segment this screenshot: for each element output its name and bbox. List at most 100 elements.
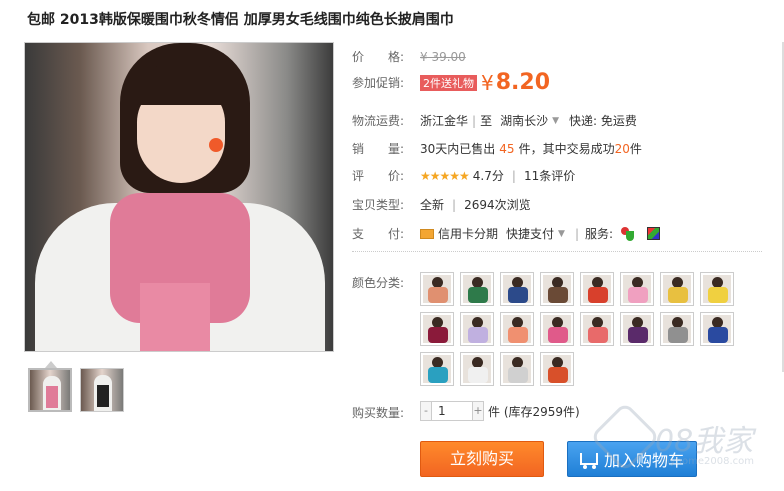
quantity-input[interactable] (432, 401, 472, 421)
shipping-destination-select[interactable]: 湖南长沙 (500, 112, 548, 129)
promotion-row: 参加促销: 2件送礼物 ¥ 8.20 (352, 70, 550, 95)
swatch-thumbnail (663, 315, 691, 343)
swatch-thumbnail (503, 355, 531, 383)
sales-prefix: 30天内已售出 (420, 142, 496, 156)
swatch-scarf-color (708, 327, 728, 343)
item-condition: 全新 (420, 198, 445, 212)
shipping-to-prefix: 至 (480, 114, 493, 128)
color-swatch[interactable] (420, 312, 454, 346)
swatch-scarf-color (428, 287, 448, 303)
shipping-from: 浙江金华 (420, 114, 469, 128)
watermark-url: myhome2008.com (660, 456, 754, 467)
swatch-thumbnail (663, 275, 691, 303)
sales-row: 销 量: 30天内已售出 45 件，其中交易成功 20 件 (352, 140, 642, 157)
color-swatch[interactable] (700, 272, 734, 306)
color-swatch[interactable] (540, 312, 574, 346)
thumbnail-scarf (46, 386, 58, 408)
swatch-scarf-color (508, 367, 528, 383)
swatch-thumbnail (543, 315, 571, 343)
thumbnail-2[interactable] (80, 368, 124, 412)
color-swatch[interactable] (620, 312, 654, 346)
swatch-thumbnail (463, 355, 491, 383)
thumbnail-1[interactable] (28, 368, 72, 412)
color-swatch[interactable] (460, 312, 494, 346)
sales-label: 销 量: (352, 142, 405, 156)
delivery-fee: 快递: 免运费 (569, 114, 637, 128)
promotion-label: 参加促销: (352, 76, 405, 90)
swatch-scarf-color (628, 287, 648, 303)
promotion-price: 8.20 (495, 70, 551, 95)
color-label: 颜色分类: (352, 276, 405, 290)
shipping-row: 物流运费: 浙江金华 | 至 湖南长沙 ▼ 快递: 免运费 (352, 112, 637, 129)
color-swatch[interactable] (620, 272, 654, 306)
rating-separator: | (511, 168, 516, 183)
section-divider (352, 251, 762, 252)
swatch-thumbnail (583, 315, 611, 343)
swatch-thumbnail (503, 275, 531, 303)
swatch-thumbnail (423, 355, 451, 383)
chevron-down-icon[interactable]: ▼ (552, 116, 559, 126)
swatch-thumbnail (543, 355, 571, 383)
swatch-thumbnail (703, 275, 731, 303)
color-swatch[interactable] (420, 272, 454, 306)
service-guarantee-icon[interactable] (647, 227, 661, 240)
service-badge-icon[interactable] (621, 226, 635, 241)
swatch-scarf-color (708, 287, 728, 303)
promotion-tag[interactable]: 2件送礼物 (420, 74, 477, 91)
chevron-down-icon[interactable]: ▼ (558, 229, 565, 239)
swatch-thumbnail (543, 275, 571, 303)
swatch-thumbnail (463, 275, 491, 303)
image-earring (209, 138, 223, 152)
swatch-scarf-color (468, 367, 488, 383)
swatch-scarf-color (468, 287, 488, 303)
main-product-image[interactable] (24, 42, 334, 352)
currency-symbol: ¥ (481, 70, 494, 95)
color-swatch[interactable] (580, 272, 614, 306)
shipping-separator: | (472, 113, 477, 128)
color-swatch[interactable] (540, 272, 574, 306)
color-swatch[interactable] (540, 352, 574, 386)
view-count: 2694次浏览 (464, 198, 531, 212)
quantity-stepper: - + 件 (库存2959件) (420, 401, 580, 421)
swatch-scarf-color (508, 287, 528, 303)
color-swatch[interactable] (460, 352, 494, 386)
quick-pay[interactable]: 快捷支付 (506, 225, 554, 242)
quantity-increase-button[interactable]: + (472, 401, 484, 421)
watermark-text: 08我家 (655, 424, 754, 459)
swatch-scarf-color (588, 327, 608, 343)
color-swatch[interactable] (700, 312, 734, 346)
price-row: 价 格: ¥ 39.00 (352, 48, 466, 65)
shopping-cart-icon (579, 453, 598, 469)
swatch-scarf-color (628, 327, 648, 343)
image-bangs (133, 65, 233, 105)
color-swatch[interactable] (500, 272, 534, 306)
item-type-row: 宝贝类型: 全新 | 2694次浏览 (352, 196, 531, 213)
color-swatch[interactable] (500, 352, 534, 386)
payment-row: 支 付: 信用卡分期 快捷支付 ▼ | 服务: (352, 225, 661, 242)
shipping-label: 物流运费: (352, 114, 405, 128)
thumbnail-pointer-icon (45, 361, 57, 368)
house-logo-icon (589, 401, 661, 473)
color-swatch[interactable] (660, 312, 694, 346)
color-swatch[interactable] (420, 352, 454, 386)
rating-row: 评 价: ★★★★★ 4.7分 | 11条评价 (352, 167, 575, 184)
quantity-label: 购买数量: (352, 406, 405, 420)
color-swatch[interactable] (660, 272, 694, 306)
product-title: 包邮 2013韩版保暖围巾秋冬情侣 加厚男女毛线围巾纯色长披肩围巾 (27, 12, 454, 28)
swatch-scarf-color (428, 367, 448, 383)
original-price: ¥ 39.00 (420, 49, 466, 64)
buy-now-button[interactable]: 立刻购买 (420, 441, 544, 477)
swatch-scarf-color (668, 327, 688, 343)
sales-suffix: 件 (629, 142, 642, 156)
color-swatch[interactable] (580, 312, 614, 346)
swatch-scarf-color (428, 327, 448, 343)
stock-info: 件 (库存2959件) (488, 404, 580, 419)
item-type-label: 宝贝类型: (352, 198, 405, 212)
color-swatch[interactable] (460, 272, 494, 306)
color-swatch[interactable] (500, 312, 534, 346)
credit-installment[interactable]: 信用卡分期 (438, 225, 498, 242)
item-type-separator: | (452, 197, 457, 212)
review-count-link[interactable]: 11条评价 (524, 167, 575, 184)
quantity-decrease-button[interactable]: - (420, 401, 432, 421)
swatch-thumbnail (423, 275, 451, 303)
